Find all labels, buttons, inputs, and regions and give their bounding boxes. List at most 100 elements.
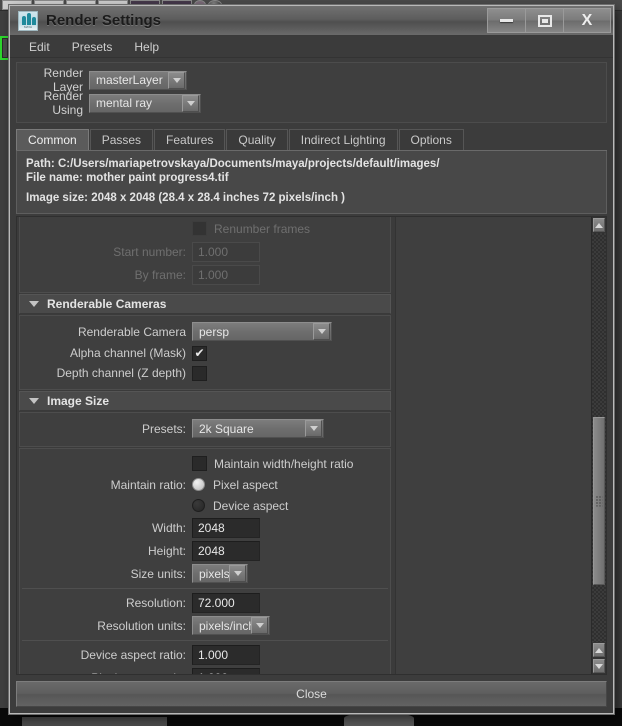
scroll-down-arrow[interactable]: [593, 659, 605, 673]
menu-item-edit[interactable]: Edit: [20, 38, 59, 56]
alpha-channel-row: Alpha channel (Mask): [20, 344, 390, 362]
scrollbar-bottom-arrows: [592, 642, 606, 674]
window-controls: X: [487, 8, 611, 33]
tab-common[interactable]: Common: [16, 129, 89, 150]
renumber-frames-checkbox[interactable]: [192, 221, 207, 236]
size-units-value: pixels: [199, 566, 229, 581]
divider: [22, 588, 388, 589]
radio-pixel-aspect-label: Pixel aspect: [213, 477, 278, 492]
height-input[interactable]: 2048: [192, 540, 260, 561]
resolution-units-value: pixels/inch: [199, 618, 251, 633]
scroll-up-arrow[interactable]: [593, 218, 605, 232]
depth-channel-checkbox[interactable]: [192, 365, 207, 381]
by-frame-label: By frame:: [134, 267, 186, 282]
render-using-value: mental ray: [96, 96, 153, 110]
renumber-frames-label: Renumber frames: [214, 221, 311, 236]
render-layer-row: Render Layer masterLayer: [17, 66, 606, 94]
settings-scroll-viewport: Renumber frames Start number: 1.000 By f…: [17, 217, 591, 674]
icon-label: MAYA: [23, 24, 33, 29]
tab-passes[interactable]: Passes: [89, 129, 154, 150]
depth-channel-row: Depth channel (Z depth): [20, 364, 390, 382]
chevron-down-icon[interactable]: [305, 420, 322, 437]
size-units-dropdown[interactable]: pixels: [192, 564, 248, 583]
radio-device-aspect-label: Device aspect: [213, 498, 289, 513]
chevron-down-icon: [29, 398, 39, 404]
tab-quality[interactable]: Quality: [226, 129, 288, 150]
presets-dropdown[interactable]: 2k Square: [192, 419, 324, 438]
chevron-down-icon[interactable]: [229, 565, 246, 582]
renderable-camera-dropdown[interactable]: persp: [192, 322, 332, 341]
settings-scroll-area: Renumber frames Start number: 1.000 By f…: [16, 216, 607, 675]
pixel-aspect-ratio-label: Pixel aspect ratio:: [20, 671, 192, 675]
device-aspect-ratio-row: Device aspect ratio: 1.000: [20, 644, 390, 665]
frame-numbering-group: Renumber frames Start number: 1.000 By f…: [19, 217, 391, 293]
maintain-ratio-pixel-row: Maintain ratio: Pixel aspect: [20, 475, 390, 494]
maya-render-settings-icon: MAYA: [18, 10, 38, 31]
render-using-row: Render Using mental ray: [17, 89, 606, 117]
section-title-image-size: Image Size: [47, 394, 110, 408]
renderable-cameras-group: Renderable Camera persp Alpha channel (M…: [19, 315, 391, 390]
alpha-channel-checkbox[interactable]: [192, 345, 207, 361]
render-using-label: Render Using: [43, 89, 83, 117]
resolution-row: Resolution: 72.000: [20, 592, 390, 613]
image-size-presets-group: Presets: 2k Square: [19, 412, 391, 447]
background-blob-left: [22, 717, 167, 726]
settings-content-column: Renumber frames Start number: 1.000 By f…: [17, 217, 391, 674]
render-selection-panel: Render Layer masterLayer Render Using me…: [16, 62, 607, 123]
maintain-width-height-ratio-checkbox[interactable]: [192, 456, 207, 471]
render-using-dropdown[interactable]: mental ray: [89, 93, 201, 113]
chevron-down-icon[interactable]: [251, 617, 268, 634]
scroll-thumb-grip-icon: [595, 495, 603, 507]
minimize-button[interactable]: [488, 9, 526, 32]
renderable-camera-value: persp: [199, 324, 230, 339]
chevron-down-icon[interactable]: [182, 94, 199, 112]
width-input[interactable]: 2048: [192, 517, 260, 538]
chevron-down-icon[interactable]: [168, 71, 185, 89]
radio-device-aspect[interactable]: [192, 499, 205, 512]
by-frame-input[interactable]: 1.000: [192, 264, 260, 285]
menu-item-presets[interactable]: Presets: [63, 38, 122, 56]
height-label: Height:: [147, 543, 186, 558]
scrollbar-track[interactable]: [592, 233, 606, 642]
tab-options[interactable]: Options: [398, 129, 464, 150]
start-number-label: Start number:: [113, 244, 186, 259]
window-close-button[interactable]: X: [564, 9, 610, 32]
start-number-input[interactable]: 1.000: [192, 241, 260, 262]
device-aspect-ratio-label: Device aspect ratio:: [80, 647, 186, 662]
menu-item-help[interactable]: Help: [125, 38, 168, 56]
size-units-row: Size units: pixels: [20, 563, 390, 584]
shelf-icon-inner: [3, 39, 7, 57]
scroll-thumb[interactable]: [593, 417, 605, 585]
section-header-image-size[interactable]: Image Size: [19, 391, 391, 411]
tab-features[interactable]: Features: [154, 129, 226, 150]
radio-pixel-aspect[interactable]: [192, 478, 205, 491]
render-layer-dropdown[interactable]: masterLayer: [89, 70, 187, 90]
window-titlebar[interactable]: MAYA Render Settings X: [10, 6, 613, 36]
tab-indirect-lighting[interactable]: Indirect Lighting: [288, 129, 398, 150]
vertical-scrollbar[interactable]: [591, 217, 606, 674]
scroll-up-arrow-bottom[interactable]: [593, 643, 605, 657]
chevron-down-icon: [29, 301, 39, 307]
renderable-camera-row: Renderable Camera persp: [20, 321, 390, 342]
by-frame-row: By frame: 1.000: [20, 264, 390, 285]
alpha-channel-label: Alpha channel (Mask): [69, 346, 186, 360]
background-blob-right: [344, 713, 414, 726]
height-row: Height: 2048: [20, 540, 390, 561]
device-aspect-ratio-input[interactable]: 1.000: [192, 644, 260, 665]
section-header-renderable-cameras[interactable]: Renderable Cameras: [19, 294, 391, 314]
renumber-frames-row: Renumber frames: [20, 218, 390, 239]
settings-right-empty-pane: [395, 217, 591, 674]
close-dialog-button[interactable]: Close: [16, 681, 607, 707]
maintain-ratio-label: Maintain ratio:: [110, 477, 186, 492]
image-size-fields-group: Maintain width/height ratio Maintain rat…: [19, 448, 391, 674]
pixel-aspect-ratio-input[interactable]: 1.000: [192, 667, 260, 674]
presets-label: Presets:: [141, 421, 186, 436]
chevron-down-icon[interactable]: [313, 323, 330, 340]
tabstrip: Common Passes Features Quality Indirect …: [16, 129, 607, 151]
resolution-units-dropdown[interactable]: pixels/inch: [192, 616, 270, 635]
icon-shape-2: [27, 12, 31, 25]
maximize-button[interactable]: [526, 9, 564, 32]
window-title: Render Settings: [46, 12, 162, 29]
resolution-units-label: Resolution units:: [97, 618, 186, 633]
resolution-input[interactable]: 72.000: [192, 592, 260, 613]
